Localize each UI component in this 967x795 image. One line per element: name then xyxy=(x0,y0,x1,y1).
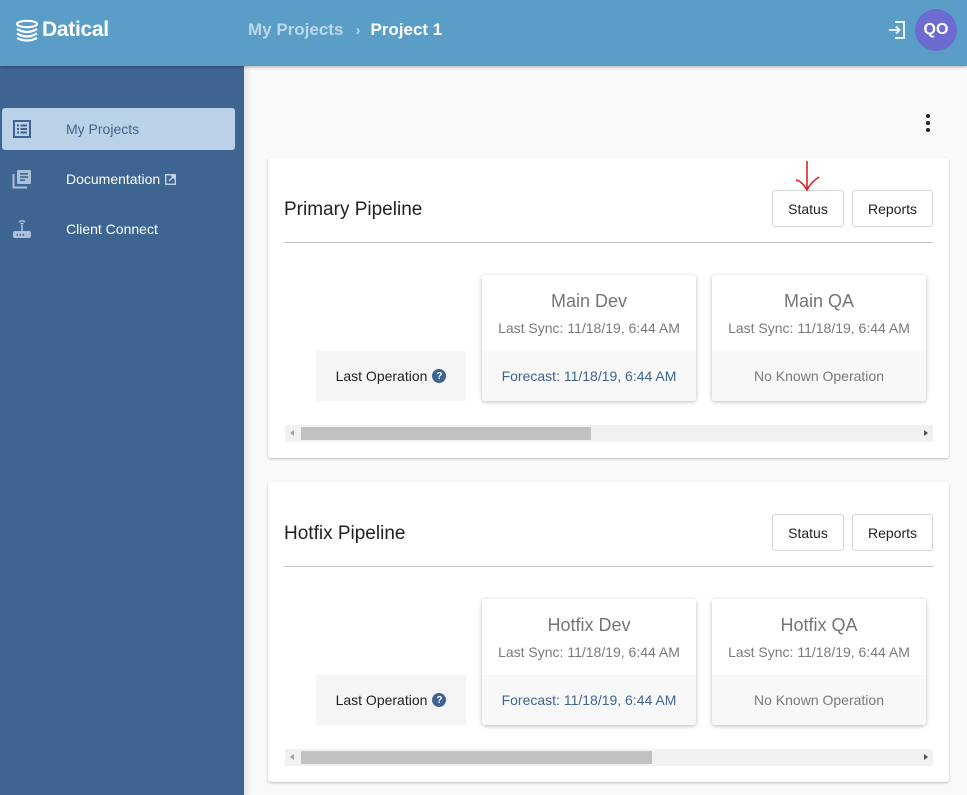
sidebar-item-client-connect[interactable]: Client Connect xyxy=(2,208,235,250)
sidebar-item-documentation[interactable]: Documentation xyxy=(2,158,235,200)
scroll-right-arrow-icon[interactable] xyxy=(924,430,928,436)
last-sync: Last Sync: 11/18/19, 6:44 AM xyxy=(498,320,680,336)
divider xyxy=(284,566,933,567)
breadcrumb-current-project: Project 1 xyxy=(370,20,443,39)
horizontal-scrollbar[interactable] xyxy=(285,749,933,766)
environment-card[interactable]: Hotfix Dev Last Sync: 11/18/19, 6:44 AM … xyxy=(482,599,696,725)
horizontal-scrollbar[interactable] xyxy=(285,425,933,442)
pipeline-title: Hotfix Pipeline xyxy=(284,523,406,544)
breadcrumb: My Projects › Project 1 xyxy=(248,20,442,40)
last-operation-value: No Known Operation xyxy=(712,351,926,401)
environment-card[interactable]: Main QA Last Sync: 11/18/19, 6:44 AM No … xyxy=(712,275,926,401)
environment-name: Hotfix Dev xyxy=(547,615,631,635)
external-link-icon xyxy=(165,174,177,185)
kebab-menu-icon[interactable] xyxy=(918,112,938,134)
status-button[interactable]: Status xyxy=(772,514,844,551)
scrollbar-thumb[interactable] xyxy=(301,427,591,440)
last-sync: Last Sync: 11/18/19, 6:44 AM xyxy=(498,644,680,660)
last-sync: Last Sync: 11/18/19, 6:44 AM xyxy=(728,320,910,336)
last-operation-text: Last Operation xyxy=(335,692,428,708)
last-sync: Last Sync: 11/18/19, 6:44 AM xyxy=(728,644,910,660)
breadcrumb-my-projects[interactable]: My Projects xyxy=(248,20,343,40)
sidebar-item-label: My Projects xyxy=(66,121,140,137)
datical-logo[interactable]: Datical xyxy=(15,18,109,42)
scroll-right-arrow-icon[interactable] xyxy=(924,754,928,760)
last-operation-value[interactable]: Forecast: 11/18/19, 6:44 AM xyxy=(482,351,696,401)
reports-button[interactable]: Reports xyxy=(852,190,933,227)
last-operation-value: No Known Operation xyxy=(712,675,926,725)
pipeline-card-primary: Primary Pipeline Status Reports Last Ope… xyxy=(268,158,949,458)
sidebar-item-label: Documentation xyxy=(66,171,177,187)
list-icon xyxy=(13,120,31,138)
last-operation-value[interactable]: Forecast: 11/18/19, 6:44 AM xyxy=(482,675,696,725)
annotation-arrow-icon xyxy=(795,161,820,192)
scrollbar-thumb[interactable] xyxy=(301,751,652,764)
last-operation-label: Last Operation ? xyxy=(316,675,466,725)
pipeline-title: Primary Pipeline xyxy=(284,199,423,220)
logo-text: Datical xyxy=(42,18,109,41)
last-operation-text: Last Operation xyxy=(335,368,428,384)
router-icon xyxy=(13,220,31,238)
datical-logo-icon xyxy=(15,19,39,42)
sidebar-item-label: Client Connect xyxy=(66,221,158,237)
top-bar: Datical My Projects › Project 1 QO xyxy=(0,0,967,66)
environment-card[interactable]: Main Dev Last Sync: 11/18/19, 6:44 AM Fo… xyxy=(482,275,696,401)
environment-name: Hotfix QA xyxy=(780,615,858,635)
user-avatar[interactable]: QO xyxy=(915,9,957,51)
environment-name: Main QA xyxy=(783,291,855,311)
divider xyxy=(284,242,933,243)
environment-name: Main Dev xyxy=(550,291,628,311)
scroll-left-arrow-icon[interactable] xyxy=(290,430,294,436)
last-operation-label: Last Operation ? xyxy=(316,351,466,401)
reports-button[interactable]: Reports xyxy=(852,514,933,551)
sidebar-shadow xyxy=(244,66,252,795)
help-icon[interactable]: ? xyxy=(432,369,447,383)
book-icon xyxy=(12,170,31,189)
sidebar-item-label-text: Documentation xyxy=(66,171,161,187)
environment-card[interactable]: Hotfix QA Last Sync: 11/18/19, 6:44 AM N… xyxy=(712,599,926,725)
sidebar: My Projects Documentation Client Connect xyxy=(0,66,244,795)
pipeline-card-hotfix: Hotfix Pipeline Status Reports Last Oper… xyxy=(268,482,949,782)
scroll-left-arrow-icon[interactable] xyxy=(290,754,294,760)
sidebar-item-my-projects[interactable]: My Projects xyxy=(2,108,235,150)
logout-icon[interactable] xyxy=(887,20,907,40)
breadcrumb-separator-icon: › xyxy=(355,21,361,39)
status-button[interactable]: Status xyxy=(772,190,844,227)
help-icon[interactable]: ? xyxy=(432,693,447,707)
